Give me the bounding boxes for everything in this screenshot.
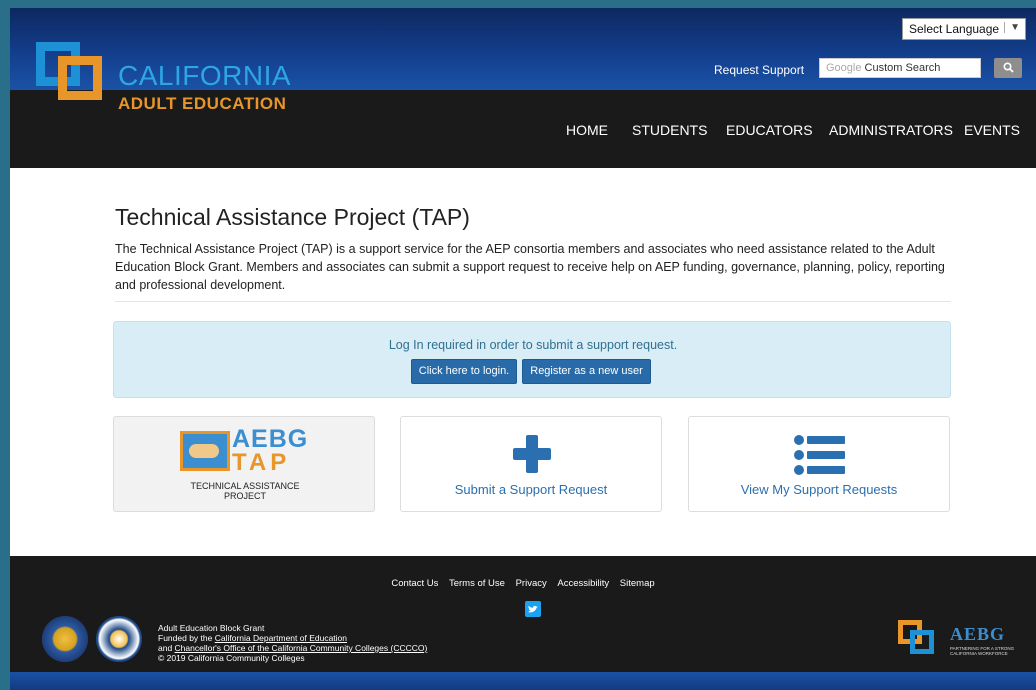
browser-page: CALIFORNIA ADULT EDUCATION Select Langua… — [10, 8, 1036, 690]
footer-links: Contact Us Terms of Use Privacy Accessib… — [10, 578, 1036, 589]
chevron-down-icon: ▼ — [1004, 22, 1020, 33]
aebg-footer-logo-tagline: PARTNERING FOR A STRONG CALIFORNIA WORKF… — [950, 646, 1015, 656]
aebg-tap-logo-line2: TAP — [232, 449, 291, 476]
ca-adult-ed-logo-icon[interactable] — [36, 42, 116, 122]
footer-link-contact[interactable]: Contact Us — [391, 578, 438, 589]
nav-administrators[interactable]: ADMINISTRATORS — [829, 122, 953, 138]
aebg-tap-logo: AEBG TAP TECHNICAL ASSISTANCE PROJECT — [180, 425, 310, 507]
community-colleges-seal-icon — [96, 616, 142, 662]
footer-credit-line1: Adult Education Block Grant — [158, 623, 265, 633]
footer-link-terms[interactable]: Terms of Use — [449, 578, 505, 589]
search-input[interactable]: Google Custom Search — [819, 58, 981, 78]
twitter-icon[interactable] — [525, 601, 541, 617]
logo-title[interactable]: CALIFORNIA — [118, 60, 291, 92]
footer-credit-line2: Funded by the California Department of E… — [158, 633, 427, 643]
register-button[interactable]: Register as a new user — [522, 359, 651, 384]
nav-home[interactable]: HOME — [566, 122, 608, 138]
submit-request-label: Submit a Support Request — [454, 482, 608, 497]
logo-subtitle[interactable]: ADULT EDUCATION — [118, 94, 286, 114]
plus-icon — [513, 435, 551, 473]
search-placeholder: Custom Search — [864, 62, 941, 74]
footer-link-privacy[interactable]: Privacy — [516, 578, 547, 589]
nav-events[interactable]: EVENTS — [964, 122, 1020, 138]
login-button[interactable]: Click here to login. — [411, 359, 517, 384]
nav-educators[interactable]: EDUCATORS — [726, 122, 813, 138]
login-alert-text: Log In required in order to submit a sup… — [388, 338, 678, 352]
footer-credit-line3: and Chancellor's Office of the Californi… — [158, 643, 427, 653]
aebg-tap-logo-caption: TECHNICAL ASSISTANCE PROJECT — [190, 481, 300, 501]
footer-credit-line2-prefix: Funded by the — [158, 633, 215, 643]
footer-bottom-bar — [10, 672, 1036, 690]
search-icon — [1003, 62, 1014, 73]
cccco-link[interactable]: Chancellor's Office of the California Co… — [175, 643, 428, 653]
view-requests-label: View My Support Requests — [740, 482, 898, 497]
language-select-label: Select Language — [909, 22, 1000, 36]
footer-copyright: © 2019 California Community Colleges — [158, 653, 305, 663]
aebg-footer-logo[interactable]: AEBG PARTNERING FOR A STRONG CALIFORNIA … — [898, 620, 1028, 660]
list-icon — [794, 435, 845, 475]
view-requests-card[interactable]: View My Support Requests — [688, 416, 950, 512]
search-button[interactable] — [994, 58, 1022, 78]
footer-link-accessibility[interactable]: Accessibility — [557, 578, 609, 589]
language-select[interactable]: Select Language ▼ — [902, 18, 1026, 40]
request-support-link[interactable]: Request Support — [714, 63, 804, 77]
handshake-icon — [180, 431, 230, 471]
footer-link-sitemap[interactable]: Sitemap — [620, 578, 655, 589]
divider — [115, 301, 951, 302]
aebg-tap-logo-card: AEBG TAP TECHNICAL ASSISTANCE PROJECT — [113, 416, 375, 512]
footer: Contact Us Terms of Use Privacy Accessib… — [10, 556, 1036, 672]
intro-paragraph: The Technical Assistance Project (TAP) i… — [115, 242, 945, 292]
california-state-seal-icon — [42, 616, 88, 662]
footer-credits: Adult Education Block Grant Funded by th… — [158, 623, 427, 663]
search-brand: Google — [826, 62, 862, 74]
cde-link[interactable]: California Department of Education — [215, 633, 347, 643]
aebg-footer-logo-word: AEBG — [950, 624, 1006, 644]
login-alert: Log In required in order to submit a sup… — [113, 321, 951, 398]
footer-credit-line3-prefix: and — [158, 643, 175, 653]
nav-students[interactable]: STUDENTS — [632, 122, 707, 138]
page-title: Technical Assistance Project (TAP) — [115, 204, 470, 230]
submit-request-card[interactable]: Submit a Support Request — [400, 416, 662, 512]
